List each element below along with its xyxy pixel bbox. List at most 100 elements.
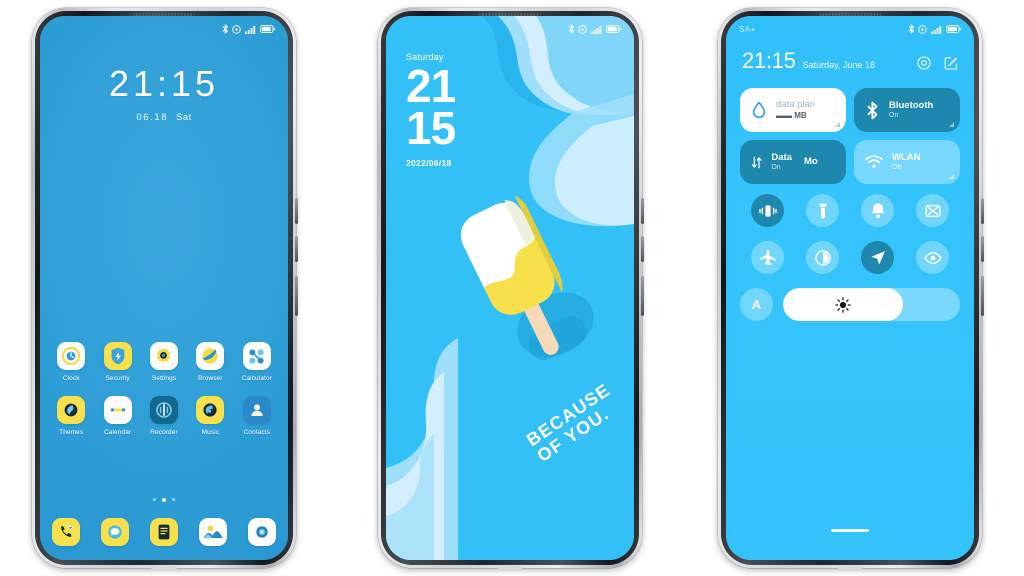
app-label: Recorder [150, 429, 178, 436]
phone-3-screen[interactable]: SA+ 21:15 Saturday, June 18 data plan ▬▬… [726, 16, 974, 560]
toggle-auto-brightness[interactable]: A [740, 288, 773, 321]
phone-icon[interactable] [52, 518, 80, 546]
bell-icon [871, 202, 884, 218]
app-clock[interactable]: Clock [48, 342, 94, 382]
app-browser[interactable]: Browser [187, 342, 233, 382]
home-clock-time: 21:15 [108, 63, 220, 104]
power-button[interactable] [981, 276, 984, 316]
tile-bluetooth[interactable]: Bluetooth On [854, 88, 960, 132]
toggle-vibrate[interactable] [751, 194, 784, 227]
lock-date: 2022/06/18 [406, 157, 452, 168]
app-music[interactable]: Music [187, 396, 233, 436]
notes-icon[interactable] [150, 518, 178, 546]
tile-data-plan[interactable]: data plan ▬▬ MB [740, 88, 846, 132]
brightness-slider[interactable] [783, 288, 960, 321]
app-calendar[interactable]: Calendar [94, 396, 140, 436]
tile-title: data plan [776, 99, 816, 111]
page-dot[interactable] [153, 498, 157, 501]
toggle-screenshot[interactable] [916, 194, 949, 227]
data-transfer-icon [751, 156, 762, 168]
gear-icon[interactable] [149, 342, 178, 370]
app-themes[interactable]: Themes [48, 396, 94, 436]
toggle-dark-mode[interactable] [806, 241, 839, 274]
phone-1-home-screen: 21:15 06.18 Sat Clock Security Settings … [32, 8, 298, 570]
app-label: Settings [151, 375, 177, 382]
toggle-ringer[interactable] [861, 194, 894, 227]
tile-title-block: Data On [771, 152, 792, 172]
tile-expand-corner[interactable] [949, 174, 954, 179]
tile-title: Bluetooth [889, 99, 934, 111]
tile-mobile-data[interactable]: Data On Mo [740, 140, 846, 184]
app-settings[interactable]: Settings [141, 342, 187, 382]
signal-icon [590, 25, 601, 34]
camera-icon[interactable] [248, 518, 276, 546]
app-security[interactable]: Security [94, 342, 140, 382]
page-dot[interactable] [171, 498, 175, 501]
browser-icon[interactable] [196, 342, 225, 370]
statusbar-icons [908, 24, 962, 34]
app-label: Security [105, 375, 130, 382]
signal-icon [930, 25, 941, 34]
eye-care-icon [923, 251, 942, 264]
messages-icon[interactable] [101, 518, 129, 546]
flashlight-icon [818, 203, 827, 218]
home-clock-widget[interactable]: 21:15 06.18 Sat [40, 63, 288, 124]
volume-up-button[interactable] [641, 198, 644, 224]
screenshot-icon [924, 204, 941, 217]
phone-1-screen[interactable]: 21:15 06.18 Sat Clock Security Settings … [40, 16, 288, 560]
tile-text: data plan ▬▬ MB [776, 99, 815, 121]
toggle-eye-care[interactable] [916, 241, 949, 274]
lock-clock-widget[interactable]: Saturday 21 15 2022/06/18 [406, 52, 456, 168]
phone-2-screen[interactable]: Saturday 21 15 2022/06/18 BECAUSE OF YOU… [386, 16, 634, 560]
volume-down-button[interactable] [295, 236, 298, 262]
toggle-airplane-mode[interactable] [751, 241, 784, 274]
drag-handle[interactable] [726, 529, 974, 532]
tile-expand-corner[interactable] [949, 122, 954, 127]
cc-date: Saturday, June 18 [802, 60, 875, 70]
tile-subtitle: ▬▬ MB [776, 111, 815, 120]
page-dot-active[interactable] [162, 498, 166, 502]
app-grid: Clock Security Settings Browser Calculat… [48, 342, 280, 436]
bluetooth-icon [568, 24, 574, 34]
gallery-icon[interactable] [199, 518, 227, 546]
music-icon[interactable] [196, 396, 225, 424]
tile-subtitle: On [771, 163, 781, 171]
statusbar-network-label: SA+ [739, 24, 756, 34]
home-clock-weekday: Sat [176, 112, 192, 123]
edit-icon[interactable] [944, 56, 958, 70]
dnd-icon [578, 24, 587, 34]
tile-wlan[interactable]: WLAN Off [854, 140, 960, 184]
home-clock-date: 06.18 Sat [40, 112, 288, 123]
shield-icon[interactable] [103, 342, 132, 370]
tile-value-dash: ▬▬ [776, 111, 792, 121]
power-button[interactable] [641, 276, 644, 316]
themes-icon[interactable] [57, 396, 86, 424]
vibrate-icon [758, 204, 777, 217]
brightness-row: A [740, 288, 960, 321]
bluetooth-icon [908, 24, 914, 34]
wifi-icon [865, 155, 883, 168]
toggle-flashlight[interactable] [806, 194, 839, 227]
app-recorder[interactable]: Recorder [141, 396, 187, 436]
volume-up-button[interactable] [295, 198, 298, 224]
phone-2-lock-screen: Saturday 21 15 2022/06/18 BECAUSE OF YOU… [378, 8, 644, 570]
settings-icon[interactable] [917, 56, 931, 70]
volume-down-button[interactable] [641, 236, 644, 262]
app-contacts[interactable]: Contacts [234, 396, 280, 436]
power-button[interactable] [295, 276, 298, 316]
clock-icon[interactable] [57, 342, 86, 370]
page-indicator[interactable] [40, 498, 288, 502]
phone-bottom-port [837, 566, 863, 570]
calculator-icon[interactable] [242, 342, 271, 370]
battery-icon [946, 25, 961, 33]
recorder-icon[interactable] [149, 396, 178, 424]
toggle-location[interactable] [861, 241, 894, 274]
tile-title: Data [771, 151, 792, 163]
calendar-icon[interactable] [103, 396, 132, 424]
app-label: Browser [198, 375, 223, 382]
volume-down-button[interactable] [981, 236, 984, 262]
contacts-icon[interactable] [242, 396, 271, 424]
tile-expand-corner[interactable] [835, 122, 840, 127]
volume-up-button[interactable] [981, 198, 984, 224]
app-calculator[interactable]: Calculator [234, 342, 280, 382]
